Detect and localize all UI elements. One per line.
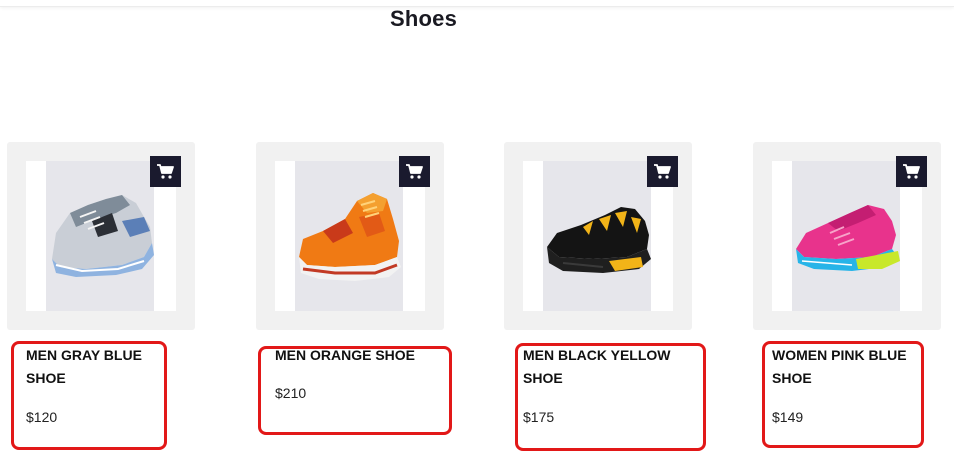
- highlight-box: [258, 346, 452, 435]
- add-to-cart-button[interactable]: [150, 156, 181, 187]
- highlight-box: [515, 343, 706, 451]
- product-card-pink-blue[interactable]: [753, 142, 941, 330]
- cart-icon: [903, 164, 920, 179]
- cart-icon: [157, 164, 174, 179]
- add-to-cart-button[interactable]: [399, 156, 430, 187]
- highlight-box: [762, 341, 924, 448]
- add-to-cart-button[interactable]: [896, 156, 927, 187]
- add-to-cart-button[interactable]: [647, 156, 678, 187]
- cart-icon: [654, 164, 671, 179]
- product-card-orange[interactable]: [256, 142, 444, 330]
- highlight-box: [11, 341, 167, 450]
- cart-icon: [406, 164, 423, 179]
- page-title: Shoes: [389, 6, 458, 31]
- product-card-black-yellow[interactable]: [504, 142, 692, 330]
- product-card-gray-blue[interactable]: [7, 142, 195, 330]
